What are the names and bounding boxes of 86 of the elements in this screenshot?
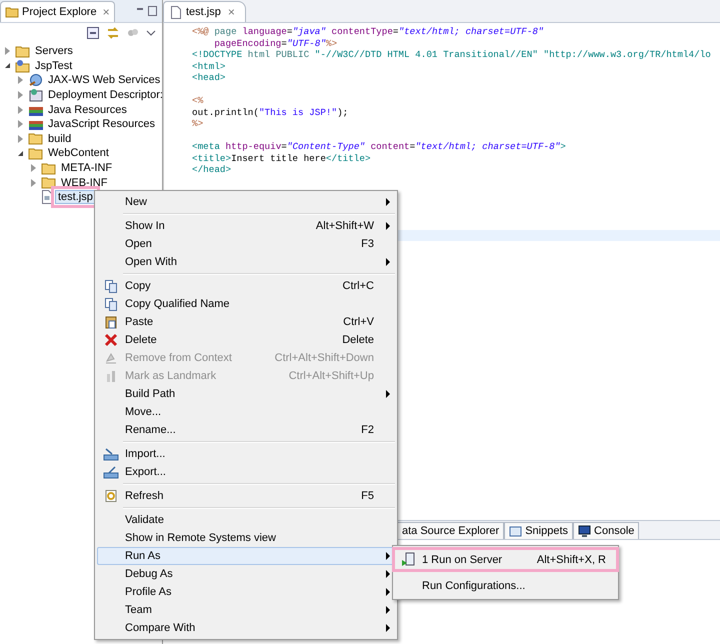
code-line: <title>Insert title here</title>: [192, 152, 372, 164]
run-server-icon: [401, 552, 415, 567]
menu-item[interactable]: Validate: [97, 511, 395, 529]
submenu-arrow-icon: [386, 552, 390, 560]
delete-icon: [104, 333, 118, 347]
menu-item[interactable]: Build Path: [97, 385, 395, 403]
menu-item[interactable]: Run As: [97, 547, 395, 565]
code-line: <%@ page language="java" contentType="text/html; charset=UTF-8": [192, 26, 545, 38]
menu-item[interactable]: New: [97, 193, 395, 211]
minimize-maximize-icon[interactable]: [135, 5, 159, 17]
tree-item[interactable]: Deployment Descriptor:: [46, 89, 165, 102]
menu-item[interactable]: Run Configurations...: [395, 576, 616, 595]
code-line: pageEncoding="UTF-8"%>: [213, 38, 338, 49]
code-line: %>: [192, 118, 204, 130]
refresh-icon: [104, 489, 118, 503]
landmark-icon: [104, 369, 118, 383]
menu-item[interactable]: Import...: [97, 445, 395, 463]
code-line: <meta http-equiv="Content-Type" content="text/html; charset=UTF-8">: [192, 140, 567, 152]
folder-icon: [28, 132, 44, 146]
clipboard-icon: [104, 315, 118, 329]
project-icon: [15, 58, 31, 73]
folder-icon: [5, 6, 19, 18]
tree-item[interactable]: Servers: [33, 45, 75, 58]
tree-item[interactable]: build: [46, 132, 74, 145]
tree-item[interactable]: JavaScript Resources: [46, 118, 157, 130]
tree-item[interactable]: JspTest: [33, 60, 74, 72]
menu-item[interactable]: Rename... F2: [97, 421, 395, 439]
monitor-icon: [578, 524, 592, 538]
import-icon: [103, 447, 119, 461]
submenu-arrow-icon: [386, 222, 390, 230]
panel-tab[interactable]: Snippets: [504, 522, 574, 539]
menu-item[interactable]: Team: [97, 601, 395, 619]
folder-icon: [28, 146, 44, 160]
menu-item[interactable]: Copy Ctrl+C: [97, 277, 395, 295]
tree-item[interactable]: JAX-WS Web Services: [46, 74, 162, 86]
view-menu-icon[interactable]: [146, 29, 156, 37]
code-line: <%: [192, 94, 204, 106]
copy-icon: [104, 279, 118, 293]
expand-toggle-icon[interactable]: [18, 149, 26, 158]
menu-item[interactable]: Open F3: [97, 235, 395, 253]
code-line: <!DOCTYPE html PUBLIC "-//W3C//DTD HTML 4.01 Transitional//EN" "http://www.w3.org/TR/html4/lo: [192, 49, 712, 60]
menu-item[interactable]: Copy Qualified Name: [97, 295, 395, 313]
menu-item[interactable]: Open With: [97, 253, 395, 271]
folder-icon: [15, 44, 31, 58]
close-icon[interactable]: ×: [102, 5, 110, 19]
menu-item[interactable]: Refresh F5: [97, 487, 395, 505]
tree-item[interactable]: META-INF: [59, 162, 114, 174]
panel-tab[interactable]: Console: [573, 522, 640, 539]
editor-tab[interactable]: test.jsp ×: [163, 1, 246, 22]
code-line: </head>: [192, 164, 232, 176]
view-title: Project Explore: [22, 6, 97, 18]
expand-toggle-icon[interactable]: [5, 62, 13, 70]
export-icon: [103, 465, 119, 479]
submenu-arrow-icon: [386, 258, 390, 266]
submenu-arrow-icon: [386, 624, 390, 632]
menu-item[interactable]: Export...: [97, 463, 395, 481]
menu-item[interactable]: Show In Alt+Shift+W: [97, 217, 395, 235]
menu-item[interactable]: Show in Remote Systems view: [97, 529, 395, 547]
link-editor-icon[interactable]: [106, 26, 120, 40]
menu-item[interactable]: 1 Run on Server Alt+Shift+X, R: [395, 550, 616, 569]
menu-item[interactable]: Compare With: [97, 619, 395, 637]
submenu-arrow-icon: [386, 198, 390, 206]
copy-icon: [104, 297, 118, 311]
submenu-arrow-icon: [386, 606, 390, 614]
remove-icon: [104, 351, 118, 365]
file-icon: [170, 6, 182, 18]
submenu-arrow-icon: [386, 390, 390, 398]
code-line: <head>: [192, 72, 226, 84]
menu-item[interactable]: Move...: [97, 403, 395, 421]
descriptor-icon: [28, 88, 44, 102]
tree-item[interactable]: Java Resources: [46, 104, 129, 116]
snippets-icon: [509, 524, 522, 538]
code-line: <html>: [192, 60, 226, 72]
tree-item[interactable]: WebContent: [46, 147, 111, 160]
tree-item[interactable]: WEB-INF: [59, 176, 110, 189]
menu-item[interactable]: Delete Delete: [97, 331, 395, 349]
folder-icon: [41, 176, 57, 190]
close-icon[interactable]: ×: [228, 5, 235, 19]
panel-tab[interactable]: ata Source Explorer: [397, 522, 504, 539]
file-icon: [41, 190, 53, 204]
view-tab[interactable]: Project Explore ×: [0, 1, 115, 22]
collapse-all-icon[interactable]: [86, 26, 100, 40]
menu-item[interactable]: Paste Ctrl+V: [97, 313, 395, 331]
folder-icon: [41, 162, 57, 175]
globe-icon: [28, 73, 44, 88]
code-line: out.println("This is JSP!");: [192, 106, 350, 118]
